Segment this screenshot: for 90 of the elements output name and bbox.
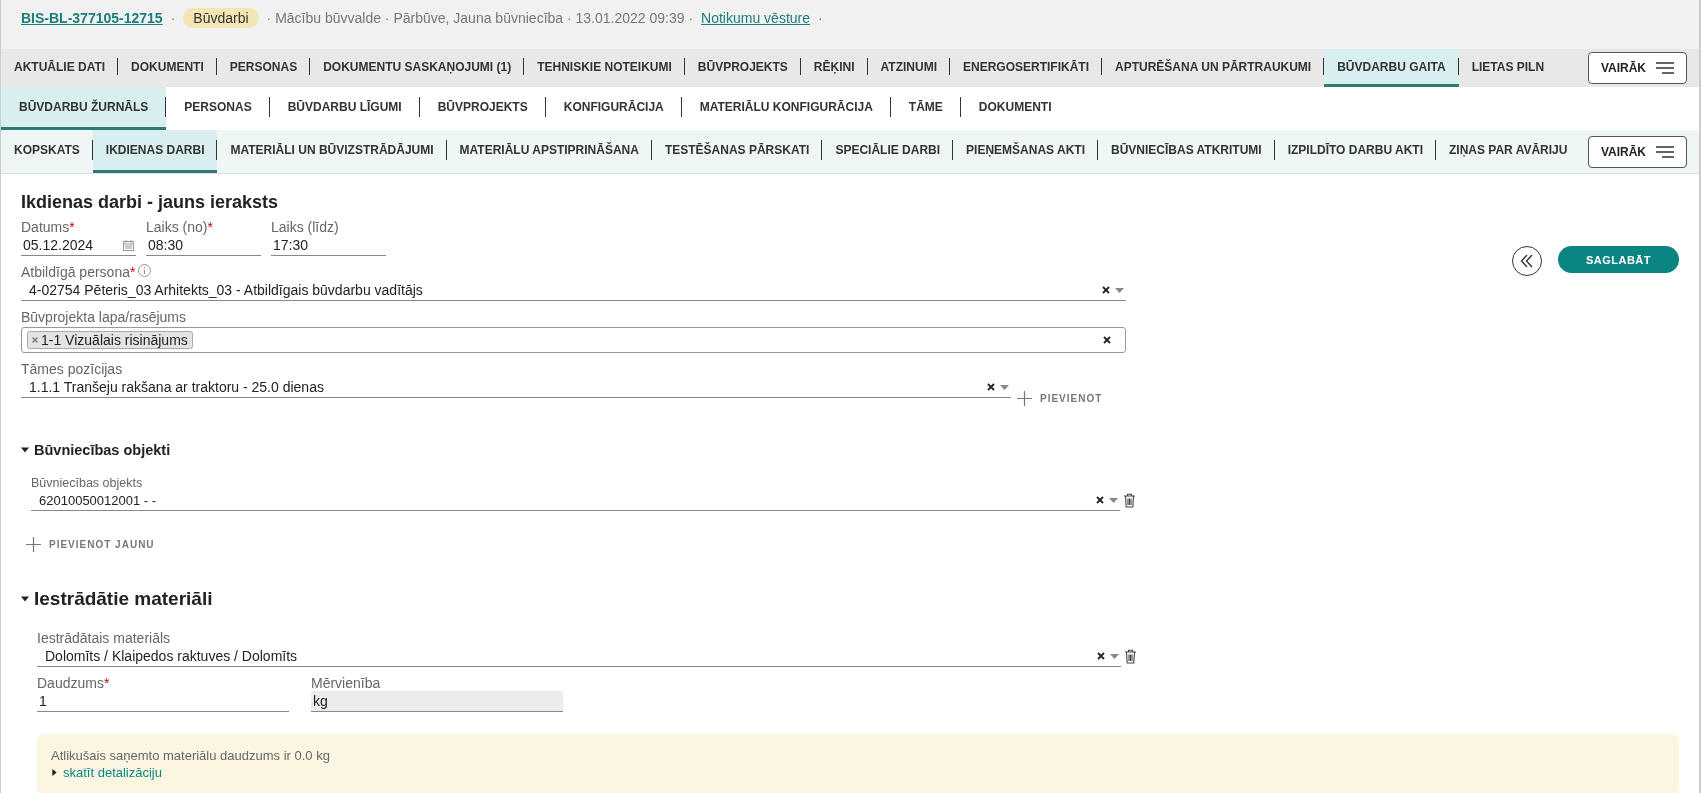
add-button[interactable]: PIEVIENOT [1017, 391, 1103, 406]
journal-tab[interactable]: DOKUMENTI [960, 87, 1070, 130]
record-meta: · Mācību būvvalde · Pārbūve, Jauna būvniecība · 13.01.2022 09:39 · [266, 9, 694, 26]
status-badge: Būvdarbi [183, 7, 259, 28]
more-button[interactable]: VAIRĀK [1587, 52, 1687, 84]
sub-tab[interactable]: TESTĒŠANAS PĀRSKATI [651, 130, 823, 173]
multi-select-field[interactable]: 1-1 Vizuālais risinājums [21, 327, 1126, 353]
field-label: Tāmes pozīcijas [21, 361, 124, 377]
select-field[interactable]: Dolomīts / Klaipedos raktuves / Dolomīts [37, 646, 1121, 667]
select-field[interactable]: 62010050012001 - - [31, 490, 1120, 511]
field-label: Būvprojekta lapa/rasējums [21, 309, 187, 325]
field-label: Datums* [21, 219, 76, 235]
clear-icon[interactable] [987, 383, 995, 391]
notice-text: Atlikušais saņemto materiālu daudzums ir 0.0 kg [51, 748, 331, 763]
main-tab[interactable]: PERSONAS [216, 49, 311, 87]
sub-tab[interactable]: SPECIĀLIE DARBI [822, 130, 954, 173]
sub-tab[interactable]: IZPILDĪTO DARBU AKTI [1274, 130, 1436, 173]
clear-icon[interactable] [1097, 652, 1105, 660]
main-tab[interactable]: DOKUMENTI [118, 49, 217, 87]
main-tab[interactable]: TEHNISKIE NOTEIKUMI [524, 49, 685, 87]
journal-tab[interactable]: BŪVPROJEKTS [419, 87, 546, 130]
back-button[interactable] [1511, 246, 1542, 276]
plus-icon [1017, 391, 1032, 406]
form-title: Ikdienas darbi - jauns ieraksts [21, 192, 280, 213]
separator-dot: · [818, 9, 823, 26]
history-link[interactable]: Notikumu vēsture [701, 9, 810, 26]
select-field[interactable]: 1.1.1 Tranšeju rakšana ar traktoru - 25.0 dienas [21, 377, 1011, 398]
main-tab[interactable]: BŪVDARBU GAITA [1324, 49, 1459, 87]
section-title: Būvniecības objekti [34, 442, 171, 458]
journal-tab[interactable]: PERSONAS [166, 87, 270, 130]
separator-dot: · [170, 9, 176, 26]
unit-field: kg [311, 691, 563, 712]
field-label: Mērvienība [311, 675, 382, 691]
time-field[interactable]: 17:30 [271, 235, 386, 256]
remove-icon[interactable] [32, 337, 38, 343]
dropdown-caret-icon[interactable] [1115, 287, 1124, 293]
menu-icon [1656, 62, 1674, 74]
caret-icon[interactable] [21, 595, 29, 603]
double-chevron-left-icon [1519, 254, 1534, 268]
add-new-button[interactable]: PIEVIENOT JAUNU [26, 537, 155, 552]
main-tab[interactable]: LIETAS PILN [1458, 49, 1558, 87]
clear-icon[interactable] [1102, 286, 1110, 294]
main-tab[interactable]: RĒĶINI [800, 49, 868, 87]
caret-icon[interactable] [51, 769, 58, 776]
field-label: Iestrādātais materiāls [37, 630, 172, 646]
main-tab[interactable]: APTURĒŠANA UN PĀRTRAUKUMI [1102, 49, 1325, 87]
main-tab[interactable]: ATZINUMI [867, 49, 950, 87]
sub-tab[interactable]: ZIŅAS PAR AVĀRIJU [1436, 130, 1581, 173]
trash-icon[interactable] [1124, 649, 1137, 664]
more-button[interactable]: VAIRĀK [1587, 135, 1687, 168]
main-tab[interactable]: DOKUMENTU SASKAŅOJUMI (1) [310, 49, 525, 87]
calendar-icon[interactable] [123, 239, 134, 251]
sub-tab[interactable]: IKDIENAS DARBI [92, 130, 218, 173]
dropdown-caret-icon[interactable] [1109, 497, 1118, 503]
dropdown-caret-icon[interactable] [1110, 653, 1119, 659]
clear-icon[interactable] [1103, 336, 1111, 344]
trash-icon[interactable] [1123, 493, 1136, 508]
main-tab[interactable]: ENERGOSERTIFIKĀTI [949, 49, 1102, 87]
section-title: Iestrādātie materiāli [34, 588, 213, 610]
field-label: Laiks (līdz) [271, 219, 340, 235]
save-button[interactable]: SAGLABĀT [1557, 246, 1679, 273]
info-icon[interactable] [138, 264, 152, 277]
field-label: Laiks (no)* [146, 219, 214, 235]
sub-tab[interactable]: BŪVNIECĪBAS ATKRITUMI [1098, 130, 1275, 173]
menu-icon [1656, 145, 1674, 158]
date-field[interactable]: 05.12.2024 [21, 235, 136, 256]
select-field[interactable]: 4-02754 Pēteris_03 Arhitekts_03 - Atbildīgais būvdarbu vadītājs [21, 280, 1126, 301]
sub-tab[interactable]: PIEŅEMŠANAS AKTI [953, 130, 1098, 173]
sub-tab[interactable]: KOPSKATS [1, 130, 93, 173]
journal-tab[interactable]: KONFIGURĀCIJA [545, 87, 682, 130]
main-tab[interactable]: AKTUĀLIE DATI [1, 49, 119, 87]
journal-tab[interactable]: BŪVDARBU LĪGUMI [269, 87, 420, 130]
caret-icon[interactable] [21, 446, 29, 454]
sub-tab[interactable]: MATERIĀLU APSTIPRINĀŠANA [446, 130, 652, 173]
main-tab[interactable]: BŪVPROJEKTS [684, 49, 801, 87]
details-link[interactable]: skatīt detalizāciju [63, 765, 162, 780]
selected-tag: 1-1 Vizuālais risinājums [27, 331, 193, 349]
time-field[interactable]: 08:30 [146, 235, 261, 256]
journal-tab[interactable]: BŪVDARBU ŽURNĀLS [1, 87, 167, 130]
field-label: Būvniecības objekts [31, 476, 144, 490]
record-id-link[interactable]: BIS-BL-377105-12715 [21, 9, 163, 26]
journal-tab[interactable]: TĀME [890, 87, 961, 130]
field-label: Atbildīgā persona* [21, 264, 136, 280]
plus-icon [26, 537, 41, 552]
quantity-field[interactable]: 1 [37, 691, 289, 712]
dropdown-caret-icon[interactable] [1000, 384, 1009, 390]
journal-tab[interactable]: MATERIĀLU KONFIGURĀCIJA [681, 87, 891, 130]
sub-tab[interactable]: MATERIĀLI UN BŪVIZSTRĀDĀJUMI [217, 130, 447, 173]
clear-icon[interactable] [1096, 496, 1104, 504]
field-label: Daudzums* [37, 675, 111, 691]
